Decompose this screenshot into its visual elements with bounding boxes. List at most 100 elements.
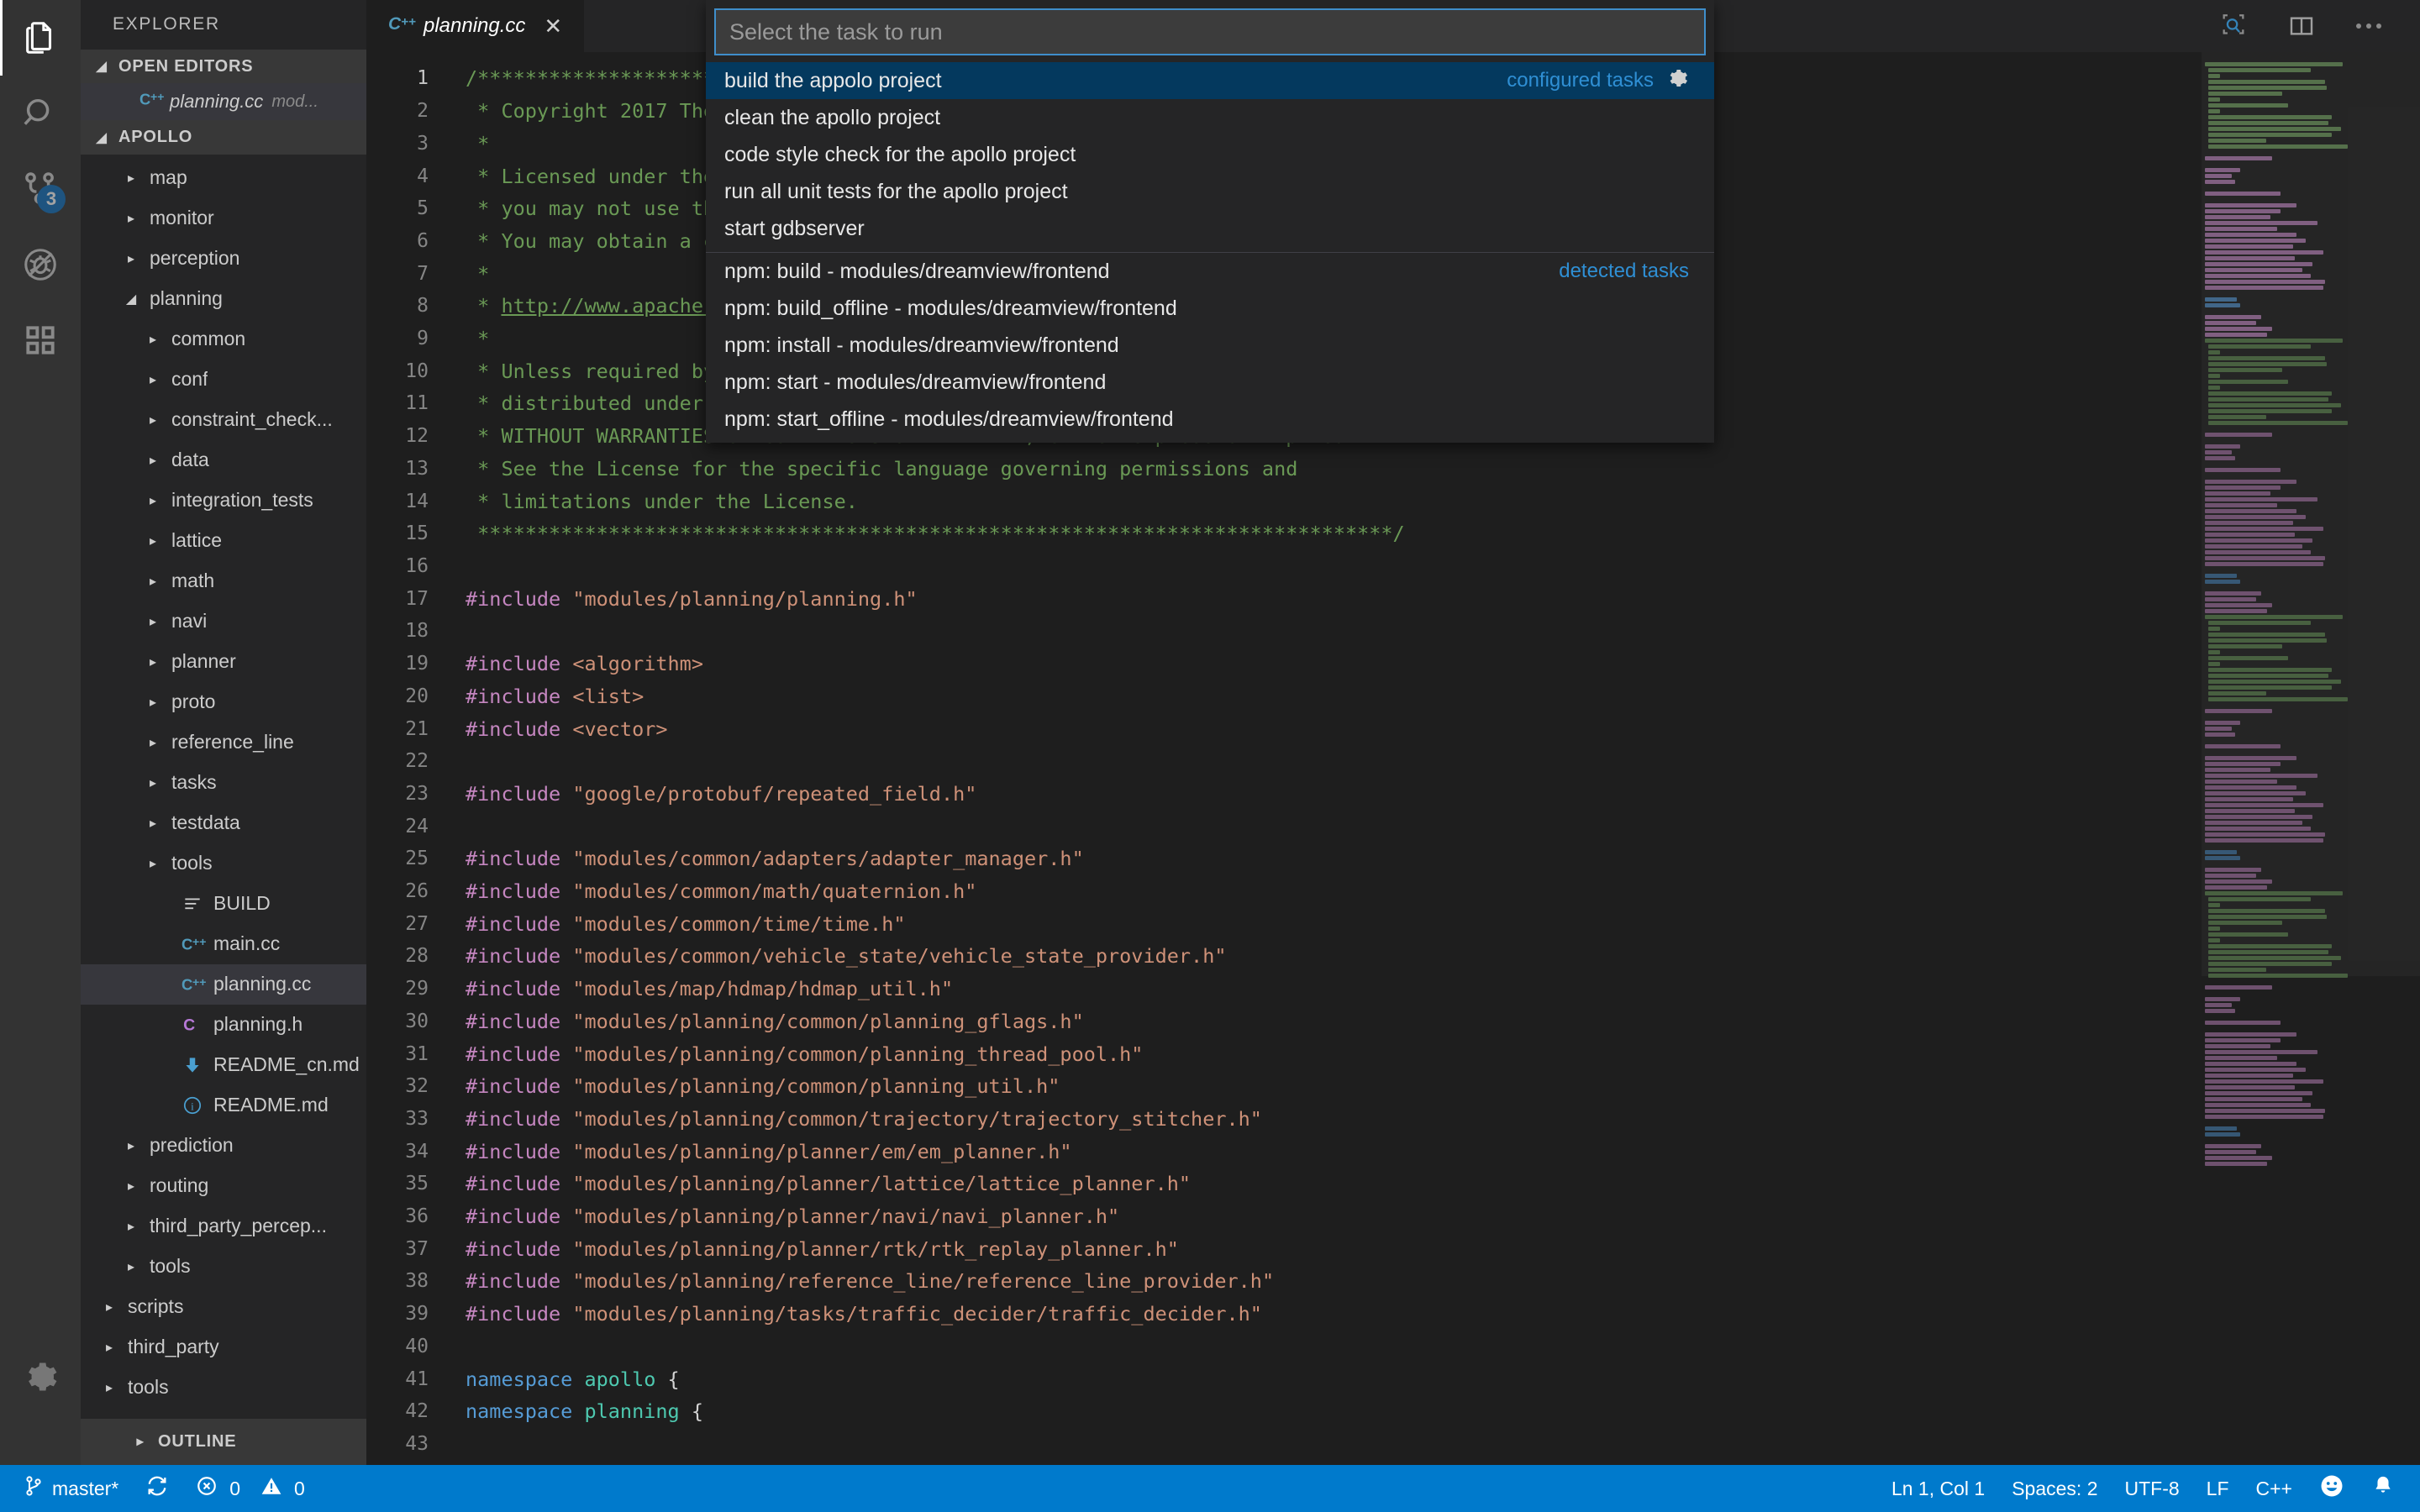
section-outline[interactable]: ▸ OUTLINE	[81, 1418, 366, 1466]
status-problems[interactable]: 0 0	[182, 1475, 318, 1502]
tree-file-readme-cn-md[interactable]: README_cn.md	[81, 1045, 366, 1085]
tree-folder-planner[interactable]: ▸ planner	[81, 642, 366, 682]
split-preview-icon[interactable]	[2218, 12, 2249, 40]
tree-folder-lattice[interactable]: ▸ lattice	[81, 521, 366, 561]
chevron-right-icon[interactable]: ▸	[143, 774, 163, 791]
status-notifications[interactable]	[2358, 1473, 2408, 1504]
chevron-right-icon[interactable]: ▸	[143, 613, 163, 630]
tree-folder-perception[interactable]: ▸ perception	[81, 239, 366, 279]
activity-item-explorer[interactable]	[0, 0, 81, 76]
tree-folder-planning[interactable]: ◢ planning	[81, 279, 366, 319]
gear-icon[interactable]	[1665, 66, 1689, 96]
activity-item-settings[interactable]	[0, 1339, 81, 1415]
status-language-mode[interactable]: C++	[2243, 1478, 2306, 1500]
status-branch[interactable]: master*	[10, 1474, 132, 1503]
quick-pick-item[interactable]: npm: build - modules/dreamview/frontend d…	[706, 253, 1714, 290]
chevron-right-icon[interactable]: ▸	[143, 412, 163, 428]
activity-item-source-control[interactable]: 3	[0, 151, 81, 227]
tree-folder-navi[interactable]: ▸ navi	[81, 601, 366, 642]
chevron-right-icon[interactable]: ▸	[121, 1218, 141, 1235]
tree-folder-prediction[interactable]: ▸ prediction	[81, 1126, 366, 1166]
activity-item-search[interactable]	[0, 76, 81, 151]
chevron-right-icon[interactable]: ▸	[143, 533, 163, 549]
chevron-right-icon[interactable]: ▸	[143, 371, 163, 388]
tree-folder-third-party[interactable]: ▸ third_party	[81, 1327, 366, 1368]
status-cursor-position[interactable]: Ln 1, Col 1	[1878, 1478, 1998, 1500]
chevron-right-icon[interactable]: ▸	[143, 492, 163, 509]
ellipsis-icon[interactable]	[2354, 21, 2383, 31]
tree-folder-reference-line[interactable]: ▸ reference_line	[81, 722, 366, 763]
quick-pick-item[interactable]: npm: start - modules/dreamview/frontend	[706, 364, 1714, 401]
tree-folder-data[interactable]: ▸ data	[81, 440, 366, 480]
minimap[interactable]	[2202, 52, 2420, 1465]
chevron-right-icon[interactable]: ▸	[121, 210, 141, 227]
open-editor-item-planning-cc[interactable]: C ++ planning.cc mod...	[81, 83, 366, 121]
tree-folder-constraint-check-[interactable]: ▸ constraint_check...	[81, 400, 366, 440]
chevron-right-icon[interactable]: ▸	[99, 1299, 119, 1315]
tree-folder-map[interactable]: ▸ map	[81, 158, 366, 198]
quick-pick-item[interactable]: npm: install - modules/dreamview/fronten…	[706, 327, 1714, 364]
tree-folder-testdata[interactable]: ▸ testdata	[81, 803, 366, 843]
chevron-right-icon[interactable]: ▸	[121, 170, 141, 186]
tree-file-readme-md[interactable]: i README.md	[81, 1085, 366, 1126]
chevron-right-icon[interactable]: ▸	[143, 855, 163, 872]
status-eol[interactable]: LF	[2193, 1478, 2243, 1500]
split-editor-icon[interactable]	[2287, 13, 2316, 39]
chevron-right-icon[interactable]: ▸	[143, 815, 163, 832]
chevron-right-icon[interactable]: ▸	[143, 331, 163, 348]
tree-folder-tools[interactable]: ▸ tools	[81, 1368, 366, 1408]
quick-pick-item[interactable]: run all unit tests for the apollo projec…	[706, 173, 1714, 210]
minimap-line	[2208, 897, 2311, 902]
activity-item-extensions[interactable]	[0, 302, 81, 378]
tree-folder-tools[interactable]: ▸ tools	[81, 843, 366, 884]
tree-folder-proto[interactable]: ▸ proto	[81, 682, 366, 722]
section-open-editors[interactable]: ◢ OPEN EDITORS	[81, 49, 366, 84]
tab-planning-cc[interactable]: C ++ planning.cc ✕	[366, 0, 585, 53]
chevron-right-icon[interactable]: ▸	[121, 250, 141, 267]
tree-folder-math[interactable]: ▸ math	[81, 561, 366, 601]
tree-folder-scripts[interactable]: ▸ scripts	[81, 1287, 366, 1327]
quick-pick-item[interactable]: npm: start_offline - modules/dreamview/f…	[706, 401, 1714, 438]
tree-folder-conf[interactable]: ▸ conf	[81, 360, 366, 400]
tree-folder-routing[interactable]: ▸ routing	[81, 1166, 366, 1206]
chevron-down-icon[interactable]: ◢	[121, 291, 141, 307]
tree-folder-tasks[interactable]: ▸ tasks	[81, 763, 366, 803]
quick-pick-item[interactable]: npm: build_offline - modules/dreamview/f…	[706, 290, 1714, 327]
chevron-right-icon[interactable]: ▸	[143, 452, 163, 469]
activity-item-debug[interactable]	[0, 227, 81, 302]
tree-file-planning-cc[interactable]: C ++ planning.cc	[81, 963, 366, 1005]
tree-folder-tools[interactable]: ▸ tools	[81, 1247, 366, 1287]
chevron-right-icon[interactable]: ▸	[99, 1379, 119, 1396]
tree-folder-common[interactable]: ▸ common	[81, 319, 366, 360]
status-indentation[interactable]: Spaces: 2	[1998, 1478, 2111, 1500]
chevron-right-icon[interactable]: ▸	[121, 1178, 141, 1194]
tree-folder-monitor[interactable]: ▸ monitor	[81, 198, 366, 239]
tree-item-label: math	[171, 570, 215, 592]
close-icon[interactable]: ✕	[544, 13, 562, 39]
status-feedback[interactable]	[2306, 1473, 2358, 1504]
tree-folder-third-party-percep-[interactable]: ▸ third_party_percep...	[81, 1206, 366, 1247]
quick-pick-item[interactable]: code style check for the apollo project	[706, 136, 1714, 173]
chevron-right-icon[interactable]: ▸	[143, 734, 163, 751]
minimap-slider[interactable]	[2202, 52, 2420, 976]
tree-file--clang-format[interactable]: .clang-format	[81, 1408, 366, 1418]
tree-file-planning-h[interactable]: Cplanning.h	[81, 1005, 366, 1045]
chevron-right-icon[interactable]: ▸	[143, 573, 163, 590]
chevron-right-icon[interactable]: ▸	[143, 694, 163, 711]
tree-file-build[interactable]: BUILD	[81, 884, 366, 924]
tree-folder-integration-tests[interactable]: ▸ integration_tests	[81, 480, 366, 521]
chevron-right-icon[interactable]: ▸	[121, 1258, 141, 1275]
chevron-right-icon[interactable]: ▸	[121, 1137, 141, 1154]
quick-pick-input[interactable]	[714, 8, 1706, 55]
quick-pick-item[interactable]: start gdbserver	[706, 210, 1714, 247]
code-token: #include	[466, 652, 573, 676]
quick-pick-item[interactable]: build the appolo project configured tasks	[706, 62, 1714, 99]
editor-vertical-scrollbar[interactable]	[2405, 52, 2420, 1465]
chevron-right-icon[interactable]: ▸	[143, 654, 163, 670]
section-workspace-apollo[interactable]: ◢ APOLLO	[81, 120, 366, 155]
chevron-right-icon[interactable]: ▸	[99, 1339, 119, 1356]
status-encoding[interactable]: UTF-8	[2112, 1478, 2193, 1500]
tree-file-main-cc[interactable]: C ++ main.cc	[81, 924, 366, 964]
quick-pick-item[interactable]: clean the apollo project	[706, 99, 1714, 136]
status-sync[interactable]	[132, 1474, 182, 1503]
